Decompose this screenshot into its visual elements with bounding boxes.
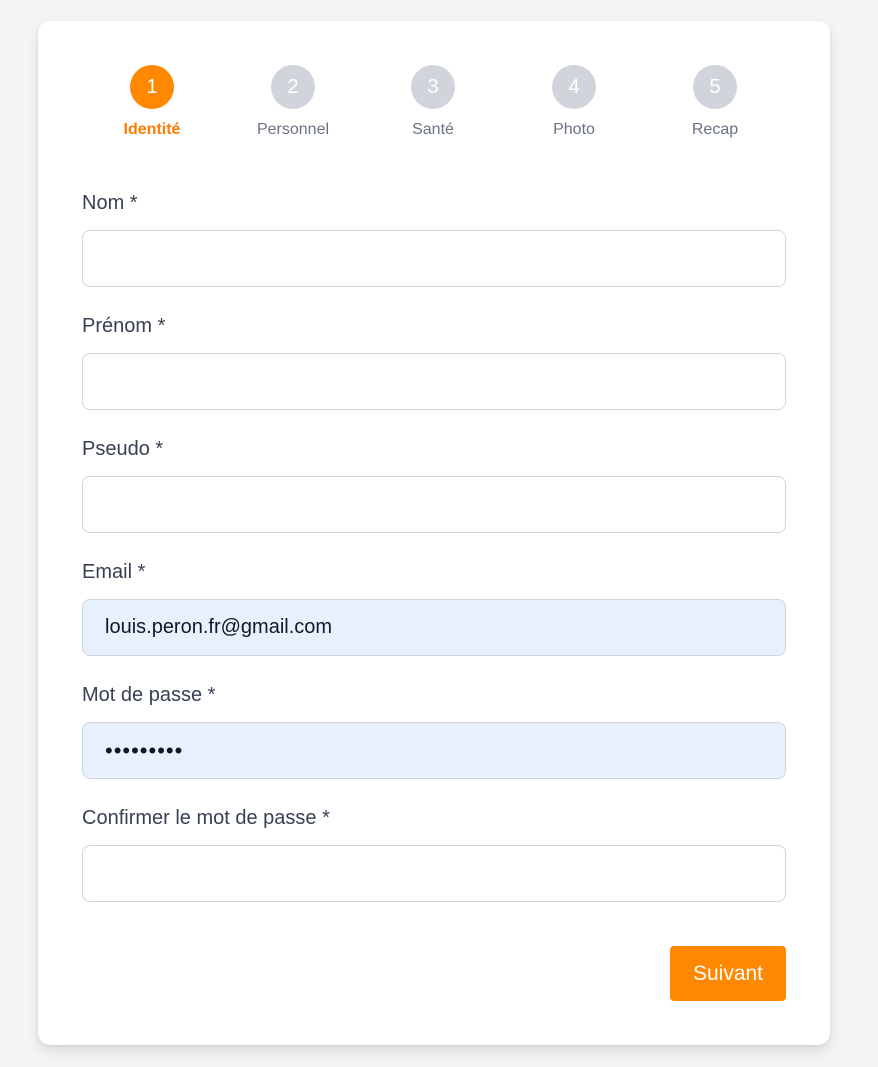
email-input[interactable] — [82, 599, 786, 656]
step-number-badge: 4 — [552, 65, 596, 109]
confirm-password-field-group: Confirmer le mot de passe * — [82, 804, 786, 902]
confirm-password-label: Confirmer le mot de passe * — [82, 807, 330, 829]
step-label: Photo — [553, 121, 595, 138]
email-field-group: Email * — [82, 558, 786, 656]
step-number-badge: 3 — [411, 65, 455, 109]
step-photo[interactable]: 4 Photo — [514, 65, 634, 139]
nom-input[interactable] — [82, 230, 786, 287]
pseudo-input[interactable] — [82, 476, 786, 533]
prenom-label: Prénom * — [82, 315, 166, 337]
step-recap[interactable]: 5 Recap — [655, 65, 775, 139]
password-field-group: Mot de passe * — [82, 681, 786, 779]
email-label: Email * — [82, 561, 146, 583]
step-label: Personnel — [256, 121, 330, 138]
stepper: 1 Identité 2 Personnel 3 Santé 4 Photo 5… — [82, 65, 786, 145]
nom-label: Nom * — [82, 192, 138, 214]
password-label: Mot de passe * — [82, 684, 216, 706]
step-label: Santé — [412, 121, 454, 138]
password-input[interactable] — [82, 722, 786, 779]
step-identite[interactable]: 1 Identité — [92, 65, 212, 139]
prenom-input[interactable] — [82, 353, 786, 410]
step-sante[interactable]: 3 Santé — [373, 65, 493, 139]
step-label: Recap — [691, 121, 739, 138]
pseudo-label: Pseudo * — [82, 438, 164, 460]
next-button[interactable]: Suivant — [670, 946, 786, 1001]
step-number-badge: 1 — [130, 65, 174, 109]
prenom-field-group: Prénom * — [82, 312, 786, 410]
step-number-badge: 2 — [271, 65, 315, 109]
step-label: Identité — [123, 121, 181, 138]
nom-field-group: Nom * — [82, 189, 786, 287]
pseudo-field-group: Pseudo * — [82, 435, 786, 533]
step-personnel[interactable]: 2 Personnel — [233, 65, 353, 139]
step-number-badge: 5 — [693, 65, 737, 109]
confirm-password-input[interactable] — [82, 845, 786, 902]
registration-card: 1 Identité 2 Personnel 3 Santé 4 Photo 5… — [38, 21, 830, 1045]
